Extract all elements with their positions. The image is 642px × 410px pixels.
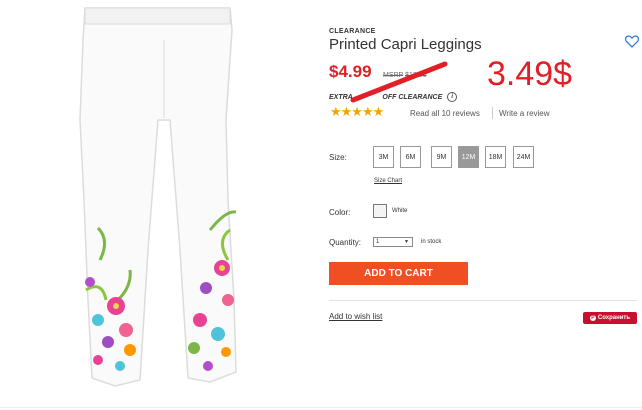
divider bbox=[329, 300, 637, 301]
size-option-12m[interactable]: 12M bbox=[458, 146, 479, 168]
product-image bbox=[79, 7, 237, 387]
info-icon[interactable]: i bbox=[447, 92, 458, 102]
color-swatch-white[interactable] bbox=[373, 204, 387, 218]
clearance-badge: CLEARANCE bbox=[329, 28, 376, 35]
add-to-cart-button[interactable]: ADD TO CART bbox=[329, 262, 468, 285]
chevron-down-icon: ▼ bbox=[404, 239, 409, 245]
write-review-link[interactable]: Write a review bbox=[499, 109, 550, 118]
pinterest-save-label: Сохранить bbox=[597, 315, 631, 321]
review-separator bbox=[492, 107, 493, 119]
bottom-divider bbox=[0, 407, 642, 408]
promo-left: EXTRA bbox=[329, 93, 353, 101]
size-option-24m[interactable]: 24M bbox=[513, 146, 534, 168]
rating-stars: ★★★★★ bbox=[330, 104, 384, 119]
quantity-select[interactable]: 1 ▼ bbox=[373, 237, 413, 247]
heart-icon[interactable] bbox=[624, 33, 640, 49]
stock-status: in stock bbox=[421, 239, 442, 245]
size-option-6m[interactable]: 6M bbox=[400, 146, 421, 168]
pinterest-icon: P bbox=[589, 315, 596, 321]
size-option-9m[interactable]: 9M bbox=[431, 146, 452, 168]
size-option-18m[interactable]: 18M bbox=[485, 146, 506, 168]
quantity-value: 1 bbox=[376, 239, 380, 245]
size-label: Size: bbox=[329, 153, 347, 162]
color-value: White bbox=[392, 208, 408, 214]
quantity-label: Quantity: bbox=[329, 238, 362, 247]
add-to-wishlist-link[interactable]: Add to wish list bbox=[329, 312, 382, 321]
promo-text: EXTRA OFF CLEARANCE i bbox=[329, 92, 458, 102]
promo-right: OFF CLEARANCE bbox=[382, 93, 443, 101]
size-option-3m[interactable]: 3M bbox=[373, 146, 394, 168]
color-label: Color: bbox=[329, 208, 351, 217]
size-chart-link[interactable]: Size Chart bbox=[374, 178, 402, 184]
read-reviews-link[interactable]: Read all 10 reviews bbox=[410, 109, 480, 118]
handwritten-price-annotation: 3.49$ bbox=[487, 55, 573, 93]
product-title: Printed Capri Leggings bbox=[329, 36, 482, 53]
pinterest-save-button[interactable]: P Сохранить bbox=[583, 312, 637, 324]
